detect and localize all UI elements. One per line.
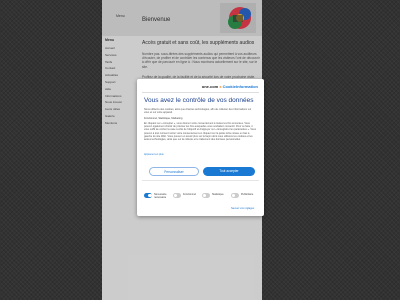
- toggle-label: Nécessaire nécessaire: [154, 193, 167, 199]
- toggle-label: Publicitaire: [241, 193, 254, 196]
- toggle-label: Fonctionnel: [183, 193, 196, 196]
- learn-more-link[interactable]: Apprenez-en plus: [144, 153, 164, 156]
- brand-onecom: one.com: [201, 84, 219, 89]
- toggle-switch[interactable]: [144, 193, 152, 198]
- consent-brand: one.com x CookieInformation: [202, 84, 258, 89]
- consent-purposes-text: En cliquant sur « Accepter », vous donne…: [144, 122, 256, 142]
- brand-cookieinformation: CookieInformation: [222, 84, 258, 89]
- accept-all-button[interactable]: Tout accepter: [203, 167, 255, 176]
- save-settings-link[interactable]: Sauvez vos réglages: [231, 207, 254, 210]
- consent-purposes-label: Fonctionnel, Statistique, Marketing: [144, 117, 183, 120]
- consent-title: Vous avez le contrôle de vos données: [144, 97, 254, 104]
- cookie-consent-dialog: one.com x CookieInformation Vous avez le…: [137, 79, 264, 216]
- toggle-label: Statistique: [212, 193, 224, 196]
- toggle-switch[interactable]: [231, 193, 239, 198]
- buttons-divider: [142, 180, 259, 181]
- header-divider: [142, 92, 259, 93]
- toggle-switch[interactable]: [173, 193, 181, 198]
- toggle-switch[interactable]: [202, 193, 210, 198]
- customize-button[interactable]: Personnaliser: [149, 167, 199, 176]
- consent-intro: Nous utilisons des cookies, ainsi que d'…: [144, 108, 252, 115]
